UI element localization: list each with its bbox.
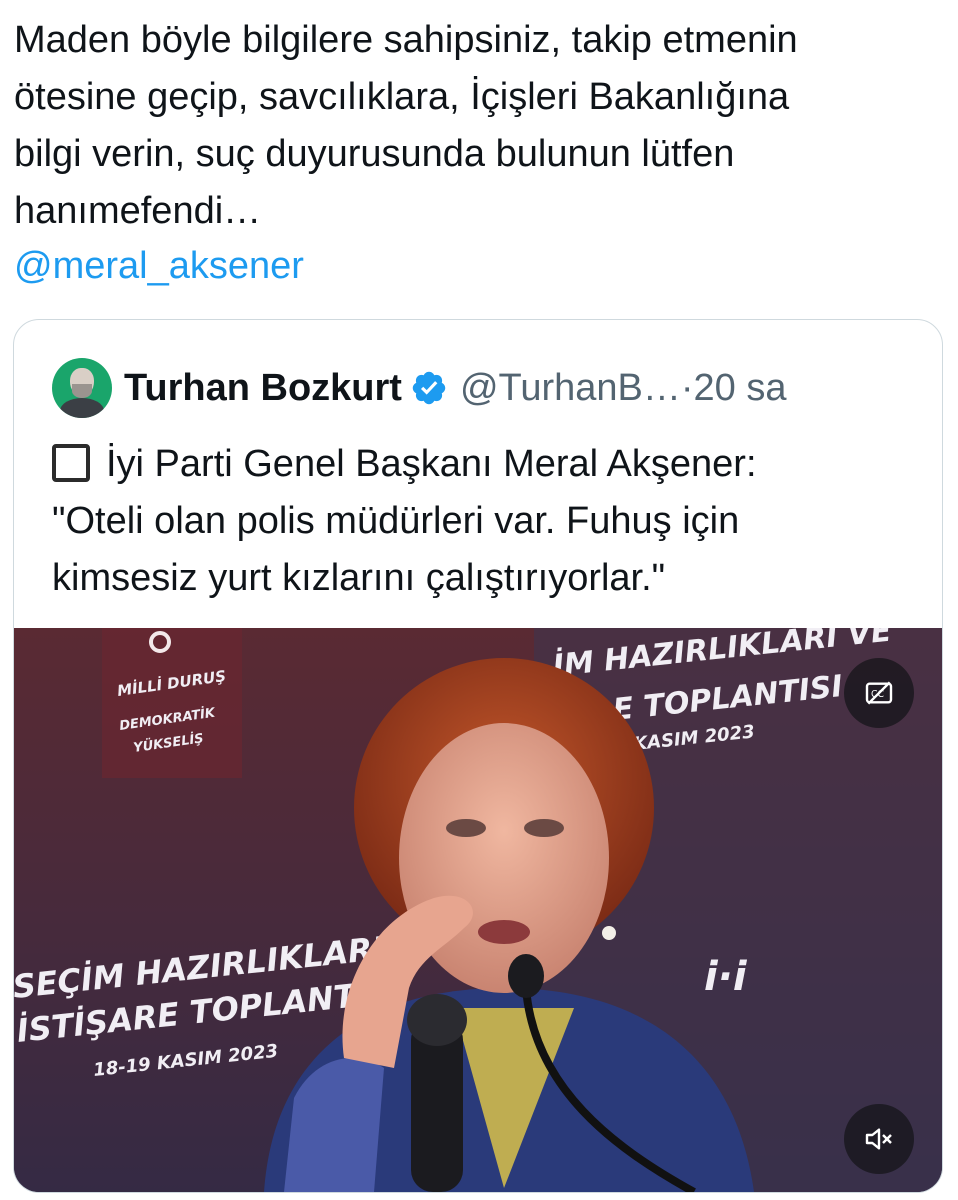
black-square-button-icon [52,444,90,482]
mute-toggle-button[interactable] [844,1104,914,1174]
timestamp[interactable]: 20 sa [694,367,787,410]
svg-text:i·i: i·i [704,954,748,1000]
mention-link[interactable]: @meral_aksener [14,238,304,295]
captions-off-icon: CC [865,681,893,705]
quoted-tweet-header: Turhan Bozkurt @TurhanB… · 20 sa [52,356,787,420]
author-name[interactable]: Turhan Bozkurt [124,367,402,410]
video-frame: MİLLİ DURUŞ DEMOKRATİK YÜKSELİŞ İM HAZIR… [14,628,942,1192]
captions-toggle-button[interactable]: CC [844,658,914,728]
quoted-tweet-card[interactable]: Turhan Bozkurt @TurhanB… · 20 sa İyi Par… [13,319,943,1193]
avatar[interactable] [52,358,112,418]
tweet-text: Maden böyle bilgilere sahipsiniz, takip … [14,19,798,232]
author-handle[interactable]: @TurhanB… [460,367,681,410]
verified-badge-icon [412,371,446,405]
video-player[interactable]: MİLLİ DURUŞ DEMOKRATİK YÜKSELİŞ İM HAZIR… [14,628,942,1192]
quoted-text: İyi Parti Genel Başkanı Meral Akşener: "… [52,443,757,599]
quoted-tweet-text: İyi Parti Genel Başkanı Meral Akşener: "… [52,436,912,607]
separator-dot: · [680,366,694,409]
volume-muted-icon [865,1128,892,1150]
